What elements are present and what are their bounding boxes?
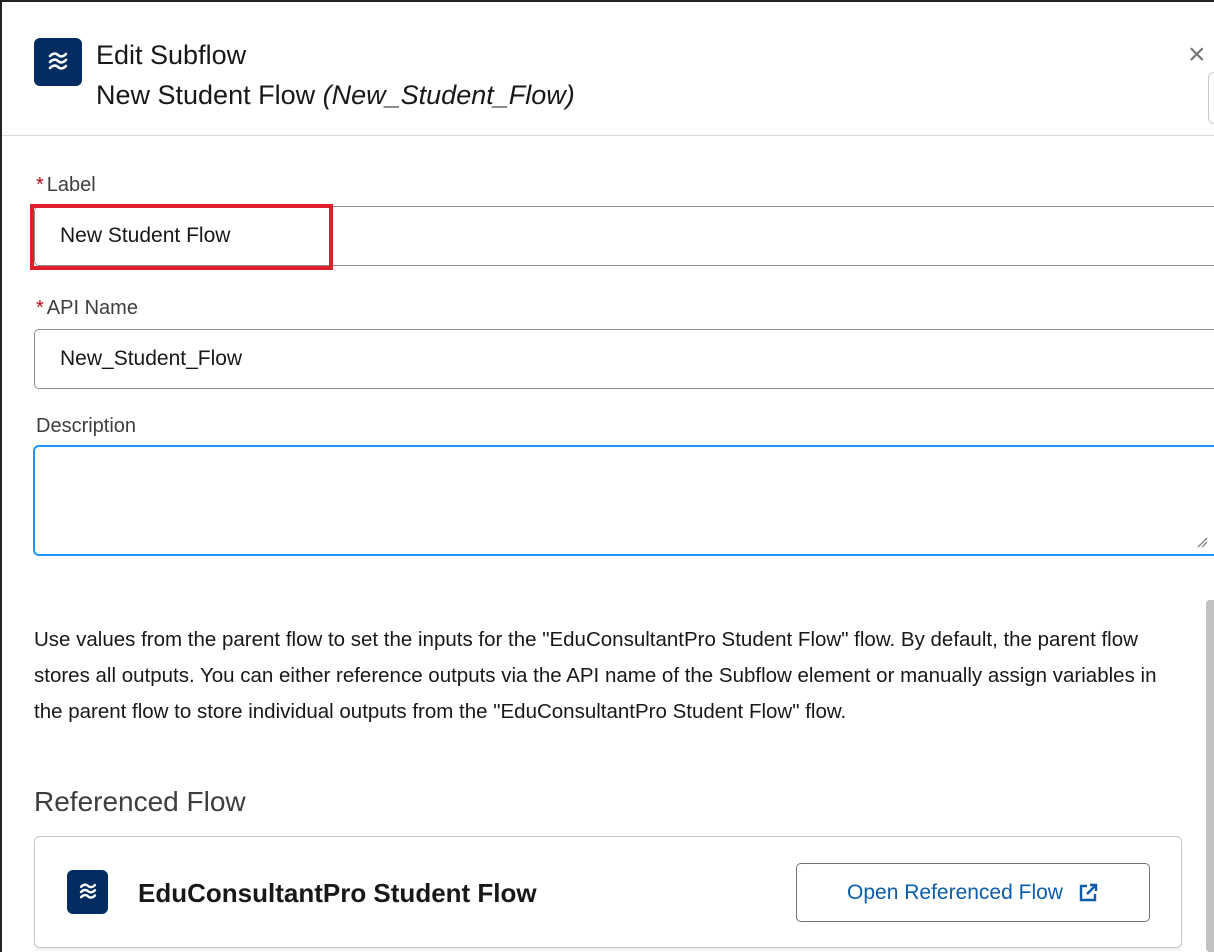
label-input[interactable]	[34, 206, 1214, 266]
subtitle-flow-name: New Student Flow	[96, 80, 316, 110]
external-link-icon	[1079, 883, 1098, 901]
label-field-text: Label	[46, 174, 96, 196]
api-name-field-label: * API Name	[36, 297, 138, 320]
modal-subtitle: New Student Flow (New_Student_Flow)	[96, 80, 575, 111]
modal-title: Edit Subflow	[96, 40, 247, 70]
flow-icon	[67, 870, 108, 914]
modal-header: Edit Subflow New Student Flow (New_Stude…	[2, 2, 1214, 136]
description-textarea[interactable]	[34, 446, 1214, 555]
referenced-flow-card: EduConsultantPro Student Flow Open Refer…	[34, 836, 1182, 948]
referenced-flow-name: EduConsultantPro Student Flow	[138, 878, 537, 908]
subtitle-api-name: (New_Student_Flow)	[322, 80, 575, 110]
info-text: Use values from the parent flow to set t…	[34, 628, 1157, 723]
description-field-label: Description	[36, 415, 137, 437]
referenced-flow-heading: Referenced Flow	[34, 786, 246, 817]
api-name-field-text: API Name	[46, 297, 138, 319]
scrollbar[interactable]	[1206, 600, 1214, 952]
side-panel-tab[interactable]	[1208, 72, 1214, 124]
required-mark: *	[36, 297, 44, 319]
required-mark: *	[36, 174, 44, 196]
label-field-label: * Label	[36, 174, 96, 197]
resize-grip-icon[interactable]	[1196, 536, 1208, 548]
api-name-input[interactable]	[34, 329, 1214, 389]
close-icon[interactable]: ×	[1188, 40, 1206, 70]
flow-icon	[34, 38, 82, 86]
open-referenced-flow-button[interactable]: Open Referenced Flow	[796, 863, 1150, 922]
open-referenced-flow-label: Open Referenced Flow	[847, 880, 1063, 904]
